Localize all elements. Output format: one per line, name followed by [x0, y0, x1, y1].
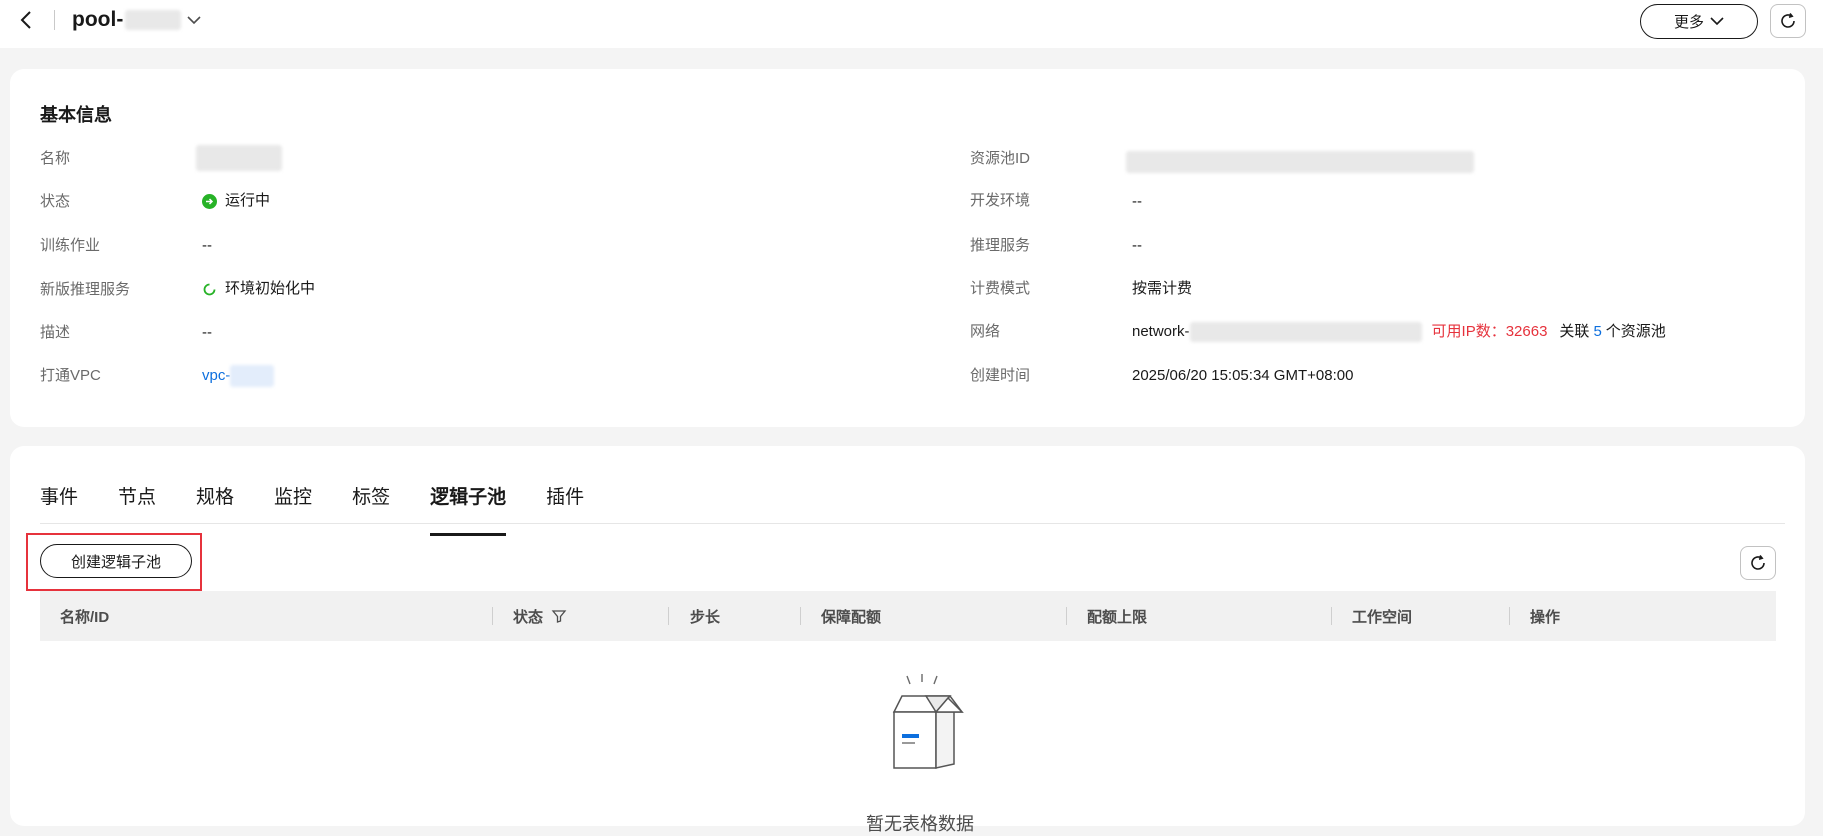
basic-info-card: 基本信息 名称 状态 运行中 训练作业 -- 新版推理服务 环境初始化中 描述 … [10, 69, 1805, 427]
column-header-workspace: 工作空间 [1352, 608, 1413, 626]
chevron-down-icon [1710, 17, 1724, 26]
vpc-label: 打通VPC [40, 367, 101, 384]
column-separator[interactable] [668, 607, 669, 625]
available-ip-count: 可用IP数：32663 [1431, 323, 1548, 340]
name-label: 名称 [40, 150, 71, 167]
tab-logical-subpools[interactable]: 逻辑子池 [430, 486, 507, 536]
pool-id-label: 资源池ID [970, 150, 1031, 167]
tab-events[interactable]: 事件 [40, 486, 78, 534]
empty-box-icon [892, 674, 964, 769]
more-button[interactable]: 更多 [1640, 4, 1758, 39]
linked-suffix: 个资源池 [1605, 323, 1666, 340]
tab-nodes[interactable]: 节点 [118, 486, 156, 534]
status-text: 运行中 [225, 192, 271, 209]
table-header: 名称/ID 状态 步长 保障配额 配额上限 工作空间 操作 [40, 591, 1776, 641]
description-label: 描述 [40, 324, 71, 341]
new-inference-label: 新版推理服务 [40, 281, 131, 298]
network-label: 网络 [970, 323, 1001, 340]
column-header-actions: 操作 [1530, 608, 1561, 626]
column-header-guaranteed-quota: 保障配额 [821, 608, 882, 626]
refresh-button[interactable] [1770, 4, 1806, 38]
network-redacted [1189, 322, 1422, 342]
new-inference-value: 环境初始化中 [202, 279, 315, 299]
name-redacted [196, 145, 282, 171]
training-jobs-value: -- [202, 237, 212, 254]
empty-state: 暂无表格数据 [850, 668, 990, 834]
column-separator[interactable] [492, 607, 493, 625]
running-status-icon [202, 193, 217, 209]
chevron-down-icon [187, 15, 201, 25]
tab-bar: 事件 节点 规格 监控 标签 逻辑子池 插件 [40, 486, 624, 536]
column-separator[interactable] [1331, 607, 1332, 625]
refresh-icon [1781, 12, 1795, 28]
column-header-status: 状态 [513, 591, 567, 641]
pool-title: pool- [72, 8, 124, 31]
column-separator[interactable] [800, 607, 801, 625]
table-refresh-button[interactable] [1740, 546, 1776, 580]
column-header-status-label: 状态 [513, 608, 544, 626]
created-time-label: 创建时间 [970, 367, 1031, 384]
tab-plugins[interactable]: 插件 [546, 486, 584, 534]
linked-pools-count[interactable]: 5 [1593, 322, 1601, 342]
network-prefix: network- [1132, 323, 1190, 340]
refresh-icon [1751, 554, 1765, 570]
tab-divider [40, 523, 1785, 524]
tab-specs[interactable]: 规格 [196, 486, 234, 534]
billing-mode-value: 按需计费 [1132, 280, 1193, 297]
status-value: 运行中 [202, 191, 270, 211]
top-bar: pool- 更多 [0, 0, 1823, 48]
vpc-redacted [230, 365, 275, 387]
pool-selector[interactable]: pool- [72, 8, 201, 32]
linked-prefix: 关联 [1559, 323, 1590, 340]
inference-value: -- [1132, 237, 1142, 254]
create-logical-subpool-button[interactable]: 创建逻辑子池 [40, 544, 192, 578]
billing-mode-label: 计费模式 [970, 280, 1031, 297]
column-separator[interactable] [1509, 607, 1510, 625]
more-button-label: 更多 [1673, 14, 1704, 31]
pool-id-value [1126, 151, 1474, 173]
column-header-step: 步长 [690, 608, 721, 626]
pool-id-redacted [1126, 151, 1474, 173]
tab-monitoring[interactable]: 监控 [274, 486, 312, 534]
training-jobs-label: 训练作业 [40, 237, 101, 254]
empty-state-text: 暂无表格数据 [866, 814, 974, 834]
new-inference-text: 环境初始化中 [225, 280, 316, 297]
created-time-value: 2025/06/20 15:05:34 GMT+08:00 [1132, 367, 1354, 384]
inference-label: 推理服务 [970, 237, 1031, 254]
name-value [196, 145, 282, 171]
column-header-name: 名称/ID [60, 608, 110, 626]
vpc-link[interactable]: vpc- [202, 366, 230, 386]
network-value: network- 可用IP数：32663 关联 5 个资源池 [1132, 322, 1666, 342]
dev-env-label: 开发环境 [970, 192, 1031, 209]
status-label: 状态 [40, 193, 71, 210]
filter-icon[interactable] [551, 608, 567, 624]
column-header-quota-limit: 配额上限 [1087, 608, 1148, 626]
vpc-value[interactable]: vpc- [202, 365, 275, 387]
description-value: -- [202, 324, 212, 341]
back-icon[interactable] [16, 8, 36, 32]
loading-icon [202, 282, 217, 297]
tab-tags[interactable]: 标签 [352, 486, 390, 534]
title-divider [54, 10, 55, 30]
pool-name-redacted [125, 10, 182, 30]
tabs-card: 事件 节点 规格 监控 标签 逻辑子池 插件 创建逻辑子池 名称/ID 状态 步… [10, 446, 1805, 834]
dev-env-value: -- [1132, 193, 1142, 210]
column-separator[interactable] [1066, 607, 1067, 625]
section-title: 基本信息 [40, 105, 112, 125]
